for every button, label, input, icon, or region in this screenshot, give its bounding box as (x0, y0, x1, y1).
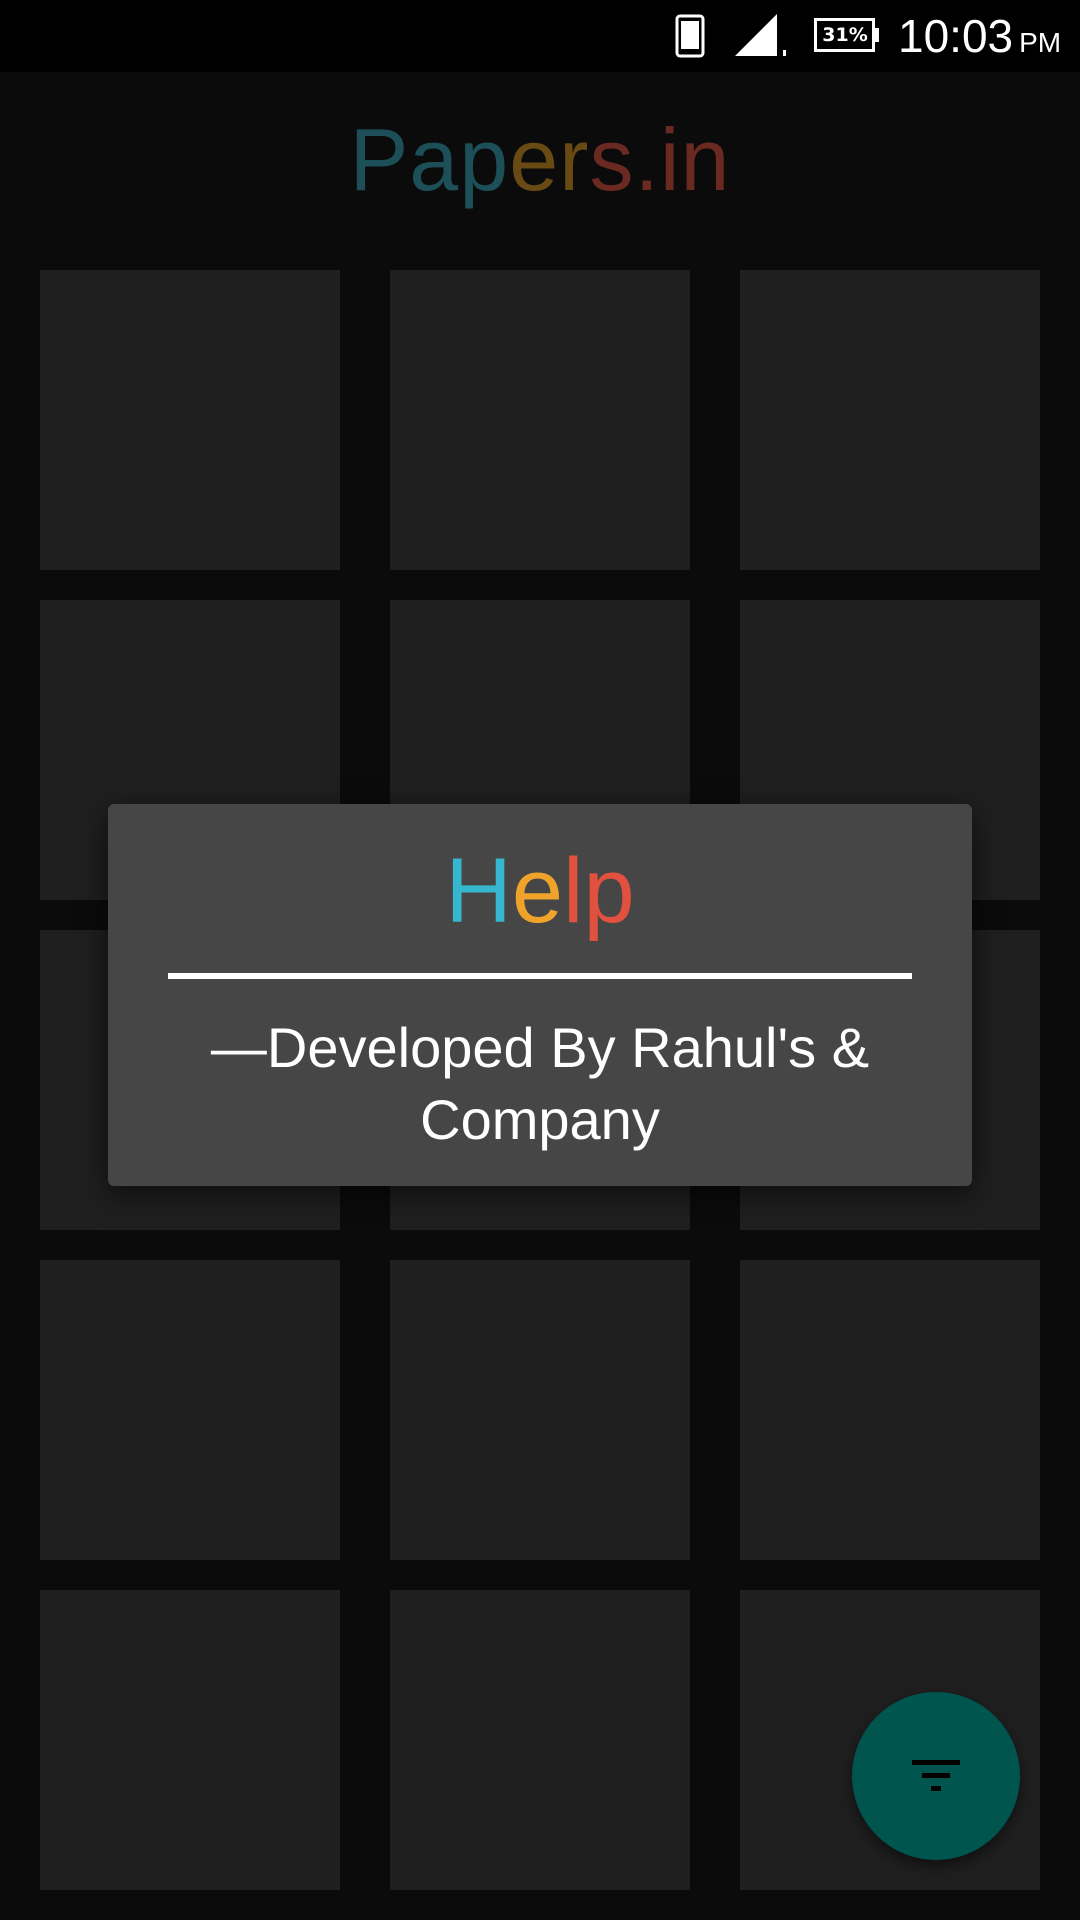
app-title-letter: . (634, 110, 660, 209)
dialog-message-line2: Company (420, 1088, 660, 1151)
app-title-letter: r (559, 110, 590, 209)
wallpaper-tile[interactable] (740, 1260, 1040, 1560)
filter-button[interactable] (852, 1692, 1020, 1860)
screen: 31% 10:03 PM Papers.in Help —Developed By… (0, 0, 1080, 1920)
dialog-title: Help (108, 836, 972, 946)
wallpaper-tile[interactable] (40, 270, 340, 570)
app-title-text: Papers.in (350, 110, 731, 209)
app-title-letter: P (349, 110, 410, 209)
app-title-letter: in (659, 110, 731, 209)
app-bar: Papers.in (0, 72, 1080, 248)
signal-icon (735, 14, 786, 56)
dialog-title-text: Help (445, 840, 634, 942)
wallpaper-tile[interactable] (40, 1590, 340, 1890)
wallpaper-tile[interactable] (390, 270, 690, 570)
dialog-title-letter: e (511, 840, 563, 942)
help-dialog: Help —Developed By Rahul's & Company (108, 804, 972, 1186)
clock-ampm: PM (1019, 27, 1062, 58)
status-bar: 31% 10:03 PM (0, 0, 1080, 72)
app-title-letter: a (409, 110, 460, 209)
clock-time: 10:03 (898, 10, 1014, 62)
dialog-message-line1: —Developed By Rahul's & (210, 1016, 870, 1079)
dialog-message: —Developed By Rahul's & Company (148, 1012, 932, 1156)
wallpaper-tile[interactable] (390, 1260, 690, 1560)
app-title: Papers.in (0, 110, 1080, 210)
wallpaper-tile[interactable] (40, 1260, 340, 1560)
battery-percent: 31% (822, 24, 868, 46)
wallpaper-tile[interactable] (390, 1590, 690, 1890)
wallpaper-tile[interactable] (740, 270, 1040, 570)
filter-icon (912, 1760, 960, 1791)
dialog-divider (168, 973, 912, 979)
app-title-letter: e (509, 110, 560, 209)
dialog-title-letter: l (563, 840, 584, 942)
phone-icon (675, 14, 705, 58)
dialog-title-letter: p (583, 840, 635, 942)
app-title-letter: p (459, 110, 510, 209)
clock: 10:03 PM (898, 6, 1068, 66)
app-title-letter: s (589, 110, 635, 209)
dialog-title-letter: H (445, 840, 512, 942)
